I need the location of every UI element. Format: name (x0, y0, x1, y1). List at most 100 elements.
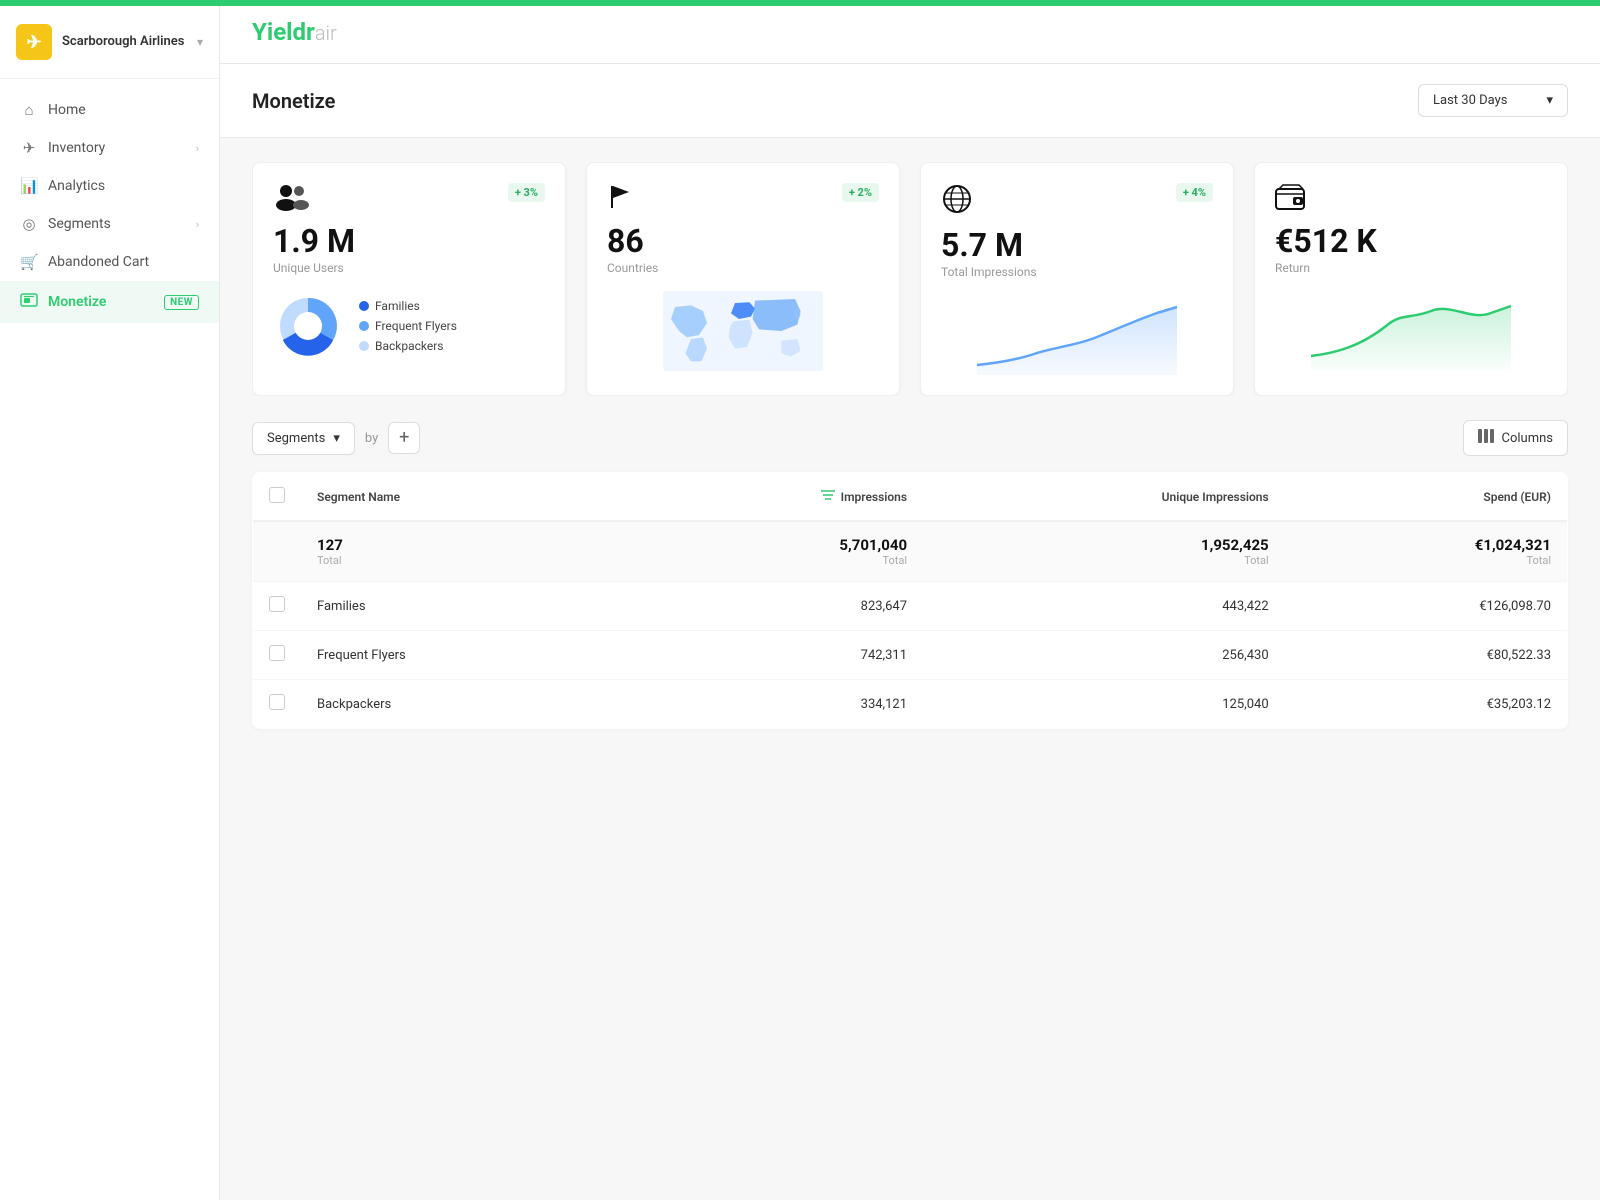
date-filter-dropdown[interactable]: Last 30 Days ▾ (1418, 84, 1568, 117)
impressions-cell: 742,311 (615, 631, 923, 680)
select-all-checkbox[interactable] (269, 487, 285, 503)
monetize-icon (20, 291, 38, 313)
page-content: Monetize Last 30 Days ▾ (220, 64, 1600, 1200)
segment-name-cell: Backpackers (301, 680, 615, 729)
sidebar-item-monetize[interactable]: Monetize NEW (0, 281, 219, 323)
sidebar-item-analytics[interactable]: 📊 Analytics (0, 167, 219, 205)
totals-impressions: 5,701,040 (631, 536, 907, 554)
sidebar-item-label: Abandoned Cart (48, 254, 199, 270)
totals-count: 127 (317, 536, 599, 554)
segments-table: Segment Name Impressi (252, 472, 1568, 729)
header-spend: Spend (EUR) (1285, 473, 1568, 522)
app-logo: Yieldrair (252, 18, 337, 46)
return-value: €512 K (1275, 224, 1547, 259)
company-dropdown-arrow: ▾ (197, 35, 203, 49)
by-label: by (365, 431, 378, 446)
stat-card-return: +0% €512 K Return (1254, 162, 1568, 396)
page-header: Monetize Last 30 Days ▾ (220, 64, 1600, 138)
segment-name-cell: Frequent Flyers (301, 631, 615, 680)
world-map-svg (607, 291, 879, 371)
sidebar-navigation: ⌂ Home ✈ Inventory › 📊 Analytics ◎ Segme… (0, 79, 219, 335)
spend-cell: €80,522.33 (1285, 631, 1568, 680)
app-header: Yieldrair (220, 0, 1600, 64)
families-dot (359, 301, 369, 311)
stat-card-impressions: + 4% 5.7 M Total Impressions (920, 162, 1234, 396)
stat-card-unique-users: + 3% 1.9 M Unique Users (252, 162, 566, 396)
columns-label: Columns (1502, 431, 1554, 446)
columns-button[interactable]: Columns (1463, 420, 1569, 456)
totals-unique-impressions: 1,952,425 (939, 536, 1269, 554)
totals-row: 127 Total 5,701,040 Total 1,952,425 Tota… (253, 521, 1568, 582)
plus-icon: + (399, 429, 409, 447)
sidebar-item-label: Segments (48, 216, 186, 232)
world-map-chart (607, 291, 879, 371)
spend-cell: €126,098.70 (1285, 582, 1568, 631)
segments-dropdown[interactable]: Segments ▾ (252, 422, 355, 455)
pie-chart (273, 291, 343, 361)
sidebar-item-inventory[interactable]: ✈ Inventory › (0, 129, 219, 167)
totals-unique-impressions-cell: 1,952,425 Total (923, 521, 1285, 582)
impressions-chart (941, 295, 1213, 375)
table-row: Families 823,647 443,422 €126,098.70 (253, 582, 1568, 631)
row-checkbox[interactable] (269, 694, 285, 710)
company-logo[interactable]: ✈ Scarborough Airlines ▾ (0, 6, 219, 79)
families-label: Families (375, 299, 420, 313)
flag-icon (607, 183, 635, 216)
company-icon: ✈ (16, 24, 52, 60)
users-label: Unique Users (273, 261, 545, 275)
countries-value: 86 (607, 224, 879, 259)
analytics-icon: 📊 (20, 177, 38, 195)
inventory-icon: ✈ (20, 139, 38, 157)
impressions-cell: 823,647 (615, 582, 923, 631)
countries-label: Countries (607, 261, 879, 275)
sidebar-item-label: Inventory (48, 140, 186, 156)
sidebar: ✈ Scarborough Airlines ▾ ⌂ Home ✈ Invent… (0, 0, 220, 1200)
row-checkbox[interactable] (269, 596, 285, 612)
totals-unique-label: Total (939, 554, 1269, 567)
impressions-label: Total Impressions (941, 265, 1213, 279)
users-value: 1.9 M (273, 224, 545, 259)
impressions-header-label: Impressions (841, 490, 907, 504)
impressions-cell: 334,121 (615, 680, 923, 729)
return-chart (1275, 291, 1547, 371)
legend-backpackers: Backpackers (359, 339, 457, 353)
chevron-right-icon: › (196, 218, 199, 231)
page-title: Monetize (252, 89, 335, 113)
sidebar-item-label: Analytics (48, 178, 199, 194)
legend-frequent-flyers: Frequent Flyers (359, 319, 457, 333)
table-controls: Segments ▾ by + Columns (252, 420, 1568, 456)
row-checkbox[interactable] (269, 645, 285, 661)
cards-row: + 3% 1.9 M Unique Users (252, 162, 1568, 396)
unique-impressions-cell: 125,040 (923, 680, 1285, 729)
sidebar-item-abandoned-cart[interactable]: 🛒 Abandoned Cart (0, 243, 219, 281)
filter-icon (821, 489, 835, 504)
return-label: Return (1275, 261, 1547, 275)
date-filter-label: Last 30 Days (1433, 93, 1507, 108)
totals-impressions-label: Total (631, 554, 907, 567)
header-checkbox-cell (253, 473, 302, 522)
stats-cards-section: + 3% 1.9 M Unique Users (220, 138, 1600, 420)
add-filter-button[interactable]: + (388, 422, 420, 454)
totals-spend-label: Total (1301, 554, 1551, 567)
columns-icon (1478, 429, 1494, 447)
new-badge: NEW (164, 295, 199, 310)
cart-icon: 🛒 (20, 253, 38, 271)
home-icon: ⌂ (20, 101, 38, 119)
frequent-flyers-dot (359, 321, 369, 331)
sidebar-item-label: Home (48, 102, 199, 118)
sidebar-item-segments[interactable]: ◎ Segments › (0, 205, 219, 243)
header-impressions: Impressions (615, 473, 923, 522)
stat-card-countries: + 2% 86 Countries (586, 162, 900, 396)
totals-impressions-cell: 5,701,040 Total (615, 521, 923, 582)
header-segment-name: Segment Name (301, 473, 615, 522)
table-section: Segments ▾ by + Columns (220, 420, 1600, 761)
logo-air: air (315, 21, 337, 45)
segments-dropdown-label: Segments (267, 431, 325, 446)
countries-badge: + 2% (842, 183, 879, 202)
totals-spend-cell: €1,024,321 Total (1285, 521, 1568, 582)
sidebar-item-label: Monetize (48, 294, 154, 310)
users-chart: Families Frequent Flyers Backpackers (273, 291, 545, 371)
sidebar-item-home[interactable]: ⌂ Home (0, 91, 219, 129)
pie-legend: Families Frequent Flyers Backpackers (359, 299, 457, 353)
header-unique-impressions: Unique Impressions (923, 473, 1285, 522)
